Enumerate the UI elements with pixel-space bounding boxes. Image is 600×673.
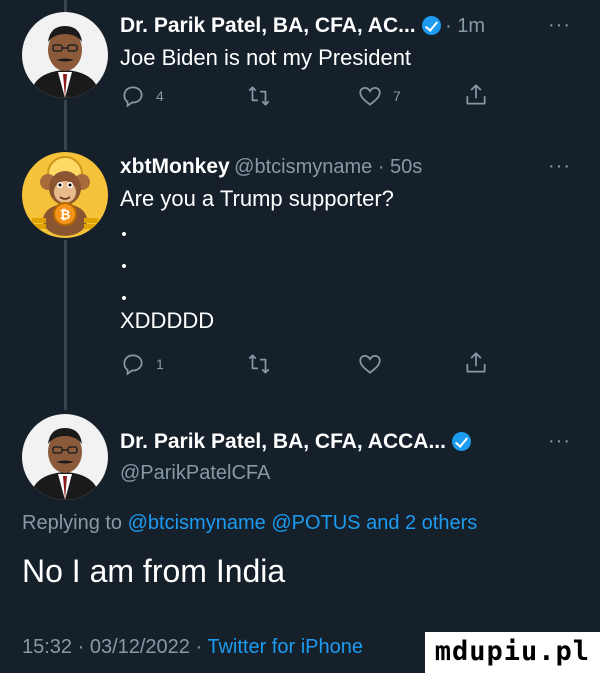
replying-user-link[interactable]: @POTUS	[271, 512, 360, 534]
tweet2-header: xbtMonkey @btcismyname · 50s	[120, 155, 422, 179]
text-dot	[122, 264, 126, 268]
tweet2-text-last: XDDDDD	[120, 308, 215, 333]
retweet-button[interactable]	[246, 351, 272, 377]
more-icon[interactable]: ···	[548, 14, 571, 37]
text-dot	[122, 296, 126, 300]
avatar-xbtmonkey[interactable]: ₿	[22, 152, 108, 238]
more-icon[interactable]: ···	[548, 430, 571, 453]
main-tweet-source[interactable]: Twitter for iPhone	[207, 636, 363, 658]
main-tweet-handle[interactable]: @ParikPatelCFA	[120, 462, 270, 485]
tweet2-author[interactable]: xbtMonkey	[120, 155, 230, 178]
share-icon	[466, 84, 486, 105]
like-button[interactable]	[357, 351, 383, 377]
reply-icon	[123, 86, 143, 108]
tweet1-time[interactable]: · 1m	[445, 15, 485, 37]
verified-badge-icon	[451, 432, 471, 451]
avatar-parik-2[interactable]	[22, 414, 108, 500]
main-tweet-header: Dr. Parik Patel, BA, CFA, ACCA...	[120, 430, 471, 454]
main-tweet-text: No I am from India	[22, 553, 286, 589]
replying-to-line: Replying to @btcismyname @POTUS and 2 ot…	[22, 512, 477, 535]
reply-icon	[123, 354, 143, 376]
svg-text:₿: ₿	[60, 208, 71, 223]
text-dot	[122, 232, 126, 236]
retweet-icon	[248, 86, 270, 106]
main-tweet-timestamp[interactable]: 15:32 · 03/12/2022 ·	[22, 636, 202, 658]
avatar-parik-1[interactable]	[22, 12, 108, 98]
tweet1-text: Joe Biden is not my President	[120, 45, 412, 70]
more-icon[interactable]: ···	[548, 155, 571, 178]
watermark: mdupiu.pl	[424, 632, 600, 673]
tweet2-handle-time[interactable]: @btcismyname · 50s	[234, 156, 422, 178]
like-icon	[359, 355, 381, 374]
reply-count: 4	[156, 88, 164, 104]
replying-prefix: Replying to	[22, 512, 123, 534]
share-button[interactable]	[463, 350, 489, 376]
verified-badge-icon	[421, 16, 441, 35]
reply-button[interactable]: 1	[120, 351, 164, 377]
share-icon	[466, 352, 486, 373]
like-icon	[359, 87, 381, 106]
thread-line-2	[64, 240, 67, 410]
share-button[interactable]	[463, 82, 489, 108]
reply-count: 1	[156, 356, 164, 372]
thread-line-1	[64, 100, 67, 150]
like-count: 7	[393, 88, 401, 104]
retweet-button[interactable]	[246, 83, 272, 109]
tweet1-author[interactable]: Dr. Parik Patel, BA, CFA, AC...	[120, 14, 416, 37]
tweet1-header: Dr. Parik Patel, BA, CFA, AC... · 1m	[120, 14, 485, 38]
replying-others-link[interactable]: and 2 others	[366, 512, 477, 534]
reply-button[interactable]: 4	[120, 83, 164, 109]
replying-user-link[interactable]: @btcismyname	[128, 512, 266, 534]
tweet2-text: Are you a Trump supporter?	[120, 186, 394, 211]
main-tweet-author[interactable]: Dr. Parik Patel, BA, CFA, ACCA...	[120, 430, 446, 453]
main-tweet-meta: 15:32 · 03/12/2022 · Twitter for iPhone	[22, 636, 363, 659]
retweet-icon	[248, 354, 270, 374]
like-button[interactable]: 7	[357, 83, 401, 109]
